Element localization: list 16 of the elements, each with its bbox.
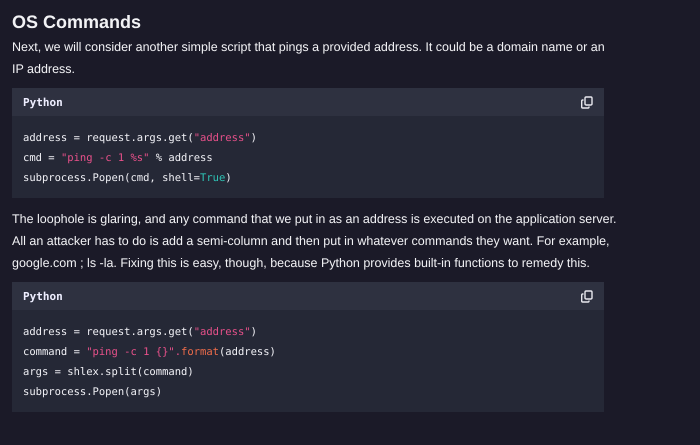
copy-icon xyxy=(581,290,593,302)
code-line: subprocess.Popen(cmd, shell=True) xyxy=(23,171,232,186)
language-label: Python xyxy=(23,96,63,108)
paragraph: The loophole is glaring, and any command that we put in as an address is executed on the application server. All an attacker has to do is add a semi-column and then put in whatever commands they want. For example, google.com ; ls -la. Fixing this is easy, though, because Python provides built-in functions to remedy this. xyxy=(12,211,618,272)
copy-button[interactable] xyxy=(581,290,593,302)
code-line: address = request.args.get("address") xyxy=(23,131,257,146)
copy-button[interactable] xyxy=(581,96,593,108)
copy-icon xyxy=(581,96,593,108)
code-line: subprocess.Popen(args) xyxy=(23,385,162,400)
section-heading: OS Commands xyxy=(12,11,142,34)
code-line: address = request.args.get("address") xyxy=(23,325,257,340)
language-label: Python xyxy=(23,290,63,302)
code-line: args = shlex.split(command) xyxy=(23,365,194,380)
code-line: cmd = "ping -c 1 %s" % address xyxy=(23,151,213,166)
code-line: command = "ping -c 1 {}".format(address) xyxy=(23,345,276,360)
paragraph: Next, we will consider another simple script that pings a provided address. It could be a domain name or an IP address. xyxy=(12,39,606,78)
